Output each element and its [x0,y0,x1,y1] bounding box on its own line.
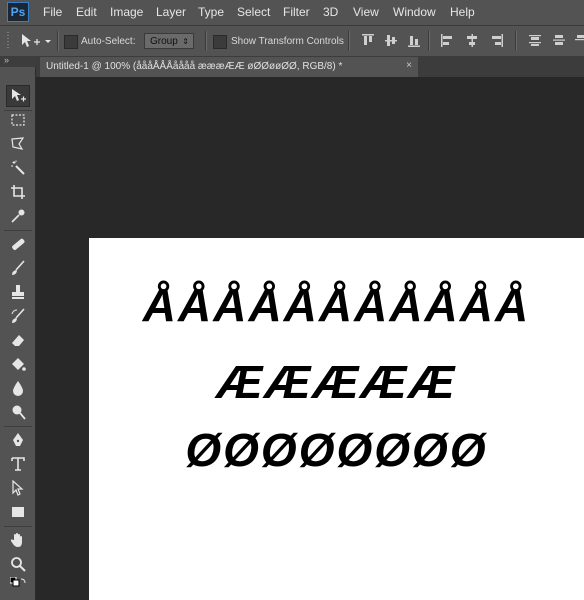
history-brush-tool[interactable] [6,305,30,327]
default-colors-icon [10,577,26,587]
show-transform-checkbox[interactable] [213,35,227,49]
magic-wand-icon [11,160,25,175]
clone-stamp-icon [12,285,24,299]
chevron-updown-icon: ⇕ [182,37,189,46]
eraser-tool[interactable] [6,329,30,351]
align-left-icon[interactable] [441,34,453,47]
type-tool[interactable] [6,453,30,475]
close-icon[interactable]: × [406,60,412,71]
menu-3d[interactable]: 3D [323,5,338,19]
canvas-text-line-2[interactable]: ÆÆÆÆÆ [89,355,584,409]
blur-tool[interactable] [6,377,30,399]
zoom-icon [11,557,26,572]
options-bar-grip[interactable] [7,32,9,50]
menu-bar: Ps File Edit Image Layer Type Select Fil… [0,0,584,25]
rectangle-icon [12,507,24,517]
options-separator [57,31,59,51]
magic-wand-tool[interactable] [6,157,30,179]
auto-select-checkbox[interactable] [64,35,78,49]
document-tab-strip: Untitled-1 @ 100% (åååÅÅÅåååå æææÆÆ øØØø… [36,57,584,77]
tool-divider [4,230,32,231]
hand-icon [10,533,22,547]
blur-icon [13,381,23,396]
crop-icon [11,185,25,199]
brush-icon [12,260,25,275]
marquee-icon [11,114,25,126]
eyedropper-tool[interactable] [6,205,30,227]
history-brush-icon [11,308,25,323]
tool-divider [4,526,32,527]
move-tool-icon [22,34,51,47]
distribute-top-icon[interactable] [529,34,541,47]
hand-tool[interactable] [6,529,30,551]
menu-select[interactable]: Select [237,5,270,19]
menu-image[interactable]: Image [110,5,143,19]
menu-filter[interactable]: Filter [283,5,310,19]
healing-brush-icon [12,238,25,250]
move-tool[interactable] [6,85,30,107]
menu-layer[interactable]: Layer [156,5,186,19]
align-right-icon[interactable] [491,34,503,47]
marquee-tool[interactable] [6,109,30,131]
tools-panel: » [0,55,36,600]
eraser-icon [12,335,24,346]
document-tab-title: Untitled-1 @ 100% (åååÅÅÅåååå æææÆÆ øØØø… [46,61,343,72]
canvas-text-line-1[interactable]: ÅÅÅÅÅÅÅÅÅÅÅ [89,278,584,332]
collapse-panel-icon[interactable]: » [4,55,9,65]
move-tool-icon [12,89,26,102]
options-separator [348,31,350,51]
zoom-tool[interactable] [6,553,30,575]
auto-select-dropdown[interactable]: Group ⇕ [144,33,194,49]
align-horizontal-center-icon[interactable] [466,34,478,47]
paint-bucket-icon [12,358,26,371]
document-tab[interactable]: Untitled-1 @ 100% (åååÅÅÅåååå æææÆÆ øØØø… [40,57,418,77]
dodge-icon [12,405,26,420]
show-transform-label: Show Transform Controls [231,36,344,47]
distribute-bottom-icon[interactable] [575,34,584,47]
document-canvas[interactable]: ÅÅÅÅÅÅÅÅÅÅÅ ÆÆÆÆÆ ØØØØØØØØ [89,238,584,600]
auto-select-value: Group [150,36,178,47]
brush-tool[interactable] [6,257,30,279]
options-bar: Auto-Select: Group ⇕ Show Transform Cont… [0,25,584,57]
dodge-tool[interactable] [6,401,30,423]
menu-window[interactable]: Window [393,5,436,19]
crop-tool[interactable] [6,181,30,203]
menu-file[interactable]: File [43,5,62,19]
options-separator [428,31,430,51]
lasso-tool[interactable] [6,133,30,155]
options-separator [205,31,207,51]
healing-brush-tool[interactable] [6,233,30,255]
align-bottom-icon[interactable] [408,34,420,47]
menu-edit[interactable]: Edit [76,5,97,19]
type-icon [11,457,25,471]
align-top-icon[interactable] [362,34,374,47]
options-separator [515,31,517,51]
auto-select-label: Auto-Select: [81,36,136,47]
path-selection-icon [12,480,24,496]
workspace[interactable]: ÅÅÅÅÅÅÅÅÅÅÅ ÆÆÆÆÆ ØØØØØØØØ [36,77,584,600]
color-swatches[interactable] [6,575,30,595]
menu-type[interactable]: Type [198,5,224,19]
tools-panel-header[interactable]: » [0,55,36,67]
eyedropper-icon [11,209,25,223]
pen-tool[interactable] [6,429,30,451]
tool-preset-picker[interactable] [18,31,52,51]
lasso-icon [11,137,25,150]
pen-icon [13,433,23,446]
align-vertical-center-icon[interactable] [385,34,397,47]
tool-divider [4,426,32,427]
rectangle-tool[interactable] [6,501,30,523]
distribute-vertical-center-icon[interactable] [553,34,565,47]
clone-stamp-tool[interactable] [6,281,30,303]
menu-help[interactable]: Help [450,5,475,19]
path-selection-tool[interactable] [6,477,30,499]
menu-view[interactable]: View [353,5,379,19]
canvas-text-line-3[interactable]: ØØØØØØØØ [89,423,584,477]
photoshop-logo: Ps [7,2,29,22]
paint-bucket-tool[interactable] [6,353,30,375]
